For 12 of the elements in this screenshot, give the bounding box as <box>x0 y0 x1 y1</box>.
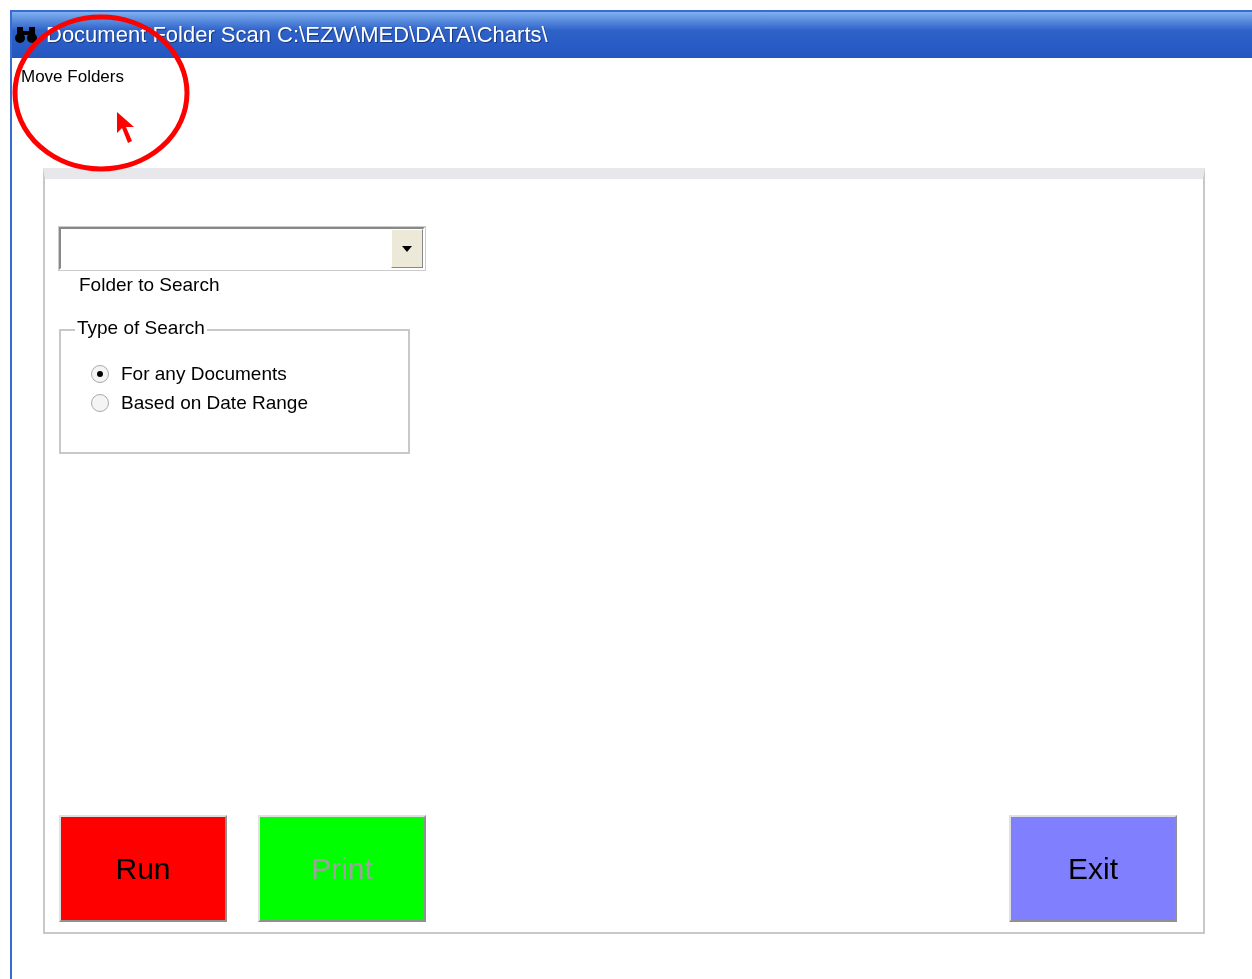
cursor-icon <box>116 111 136 145</box>
radio-option[interactable]: Based on Date Range <box>91 392 408 414</box>
caret-icon <box>402 245 412 252</box>
binoculars-icon <box>14 26 38 44</box>
menu-item[interactable]: Move Folders <box>21 67 124 87</box>
radio-button[interactable] <box>91 394 109 412</box>
radio-option[interactable]: For any Documents <box>91 363 408 385</box>
radio-button[interactable] <box>91 365 109 383</box>
action-button[interactable]: Exit <box>1009 815 1177 922</box>
action-button[interactable]: Run <box>59 815 227 922</box>
field-label: Folder to Search <box>79 274 220 296</box>
folder-dropdown[interactable] <box>59 227 425 270</box>
